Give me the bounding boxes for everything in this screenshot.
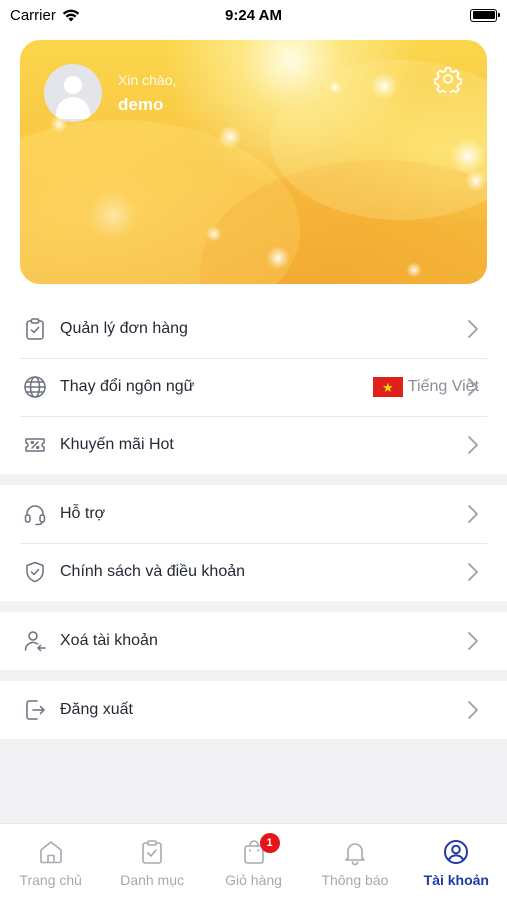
menu-item-label: Thay đổi ngôn ngữ	[60, 378, 195, 395]
gear-icon[interactable]	[434, 65, 462, 93]
menu-item-label: Chính sách và điều khoản	[60, 563, 246, 580]
tab-home[interactable]: Trang chủ	[0, 824, 101, 900]
bell-icon	[345, 843, 365, 866]
avatar-head-shape	[64, 76, 82, 94]
user-remove-icon	[22, 628, 48, 654]
clipboard-check-icon	[142, 840, 162, 864]
menu-group-delete: Xoá tài khoản	[0, 612, 507, 670]
menu-item-label: Hỗ trợ	[60, 505, 106, 522]
vietnam-flag-icon: ★	[372, 377, 403, 397]
chevron-right-icon	[468, 701, 478, 719]
tab-label: Danh mục	[120, 872, 185, 888]
tab-label: Thông báo	[321, 872, 389, 888]
menu-item-label: Đăng xuất	[60, 701, 133, 718]
menu-item-promotions[interactable]: Khuyến mãi Hot	[0, 416, 507, 474]
menu-item-support[interactable]: Hỗ trợ	[0, 485, 507, 543]
menu-item-label: Xoá tài khoản	[60, 632, 158, 649]
chevron-right-icon	[468, 632, 478, 650]
order-clipboard-icon	[22, 316, 48, 342]
carrier-label: Carrier	[10, 6, 56, 24]
chevron-right-icon	[468, 320, 478, 338]
menu-group-account: Quản lý đơn hàng Thay đổi ngôn ngữ ★ Tiế…	[0, 300, 507, 474]
tab-account[interactable]: Tài khoản	[406, 824, 507, 900]
status-bar: Carrier 9:24 AM	[0, 0, 507, 30]
globe-icon	[22, 374, 48, 400]
chevron-right-icon	[468, 378, 478, 396]
menu-item-label: Quản lý đơn hàng	[60, 320, 188, 337]
menu-item-language[interactable]: Thay đổi ngôn ngữ ★ Tiếng Việt	[0, 358, 507, 416]
menu-item-orders[interactable]: Quản lý đơn hàng	[0, 300, 507, 358]
status-carrier-group: Carrier	[10, 7, 80, 24]
wifi-icon	[62, 9, 80, 21]
tab-categories[interactable]: Danh mục	[101, 824, 202, 900]
logout-icon	[22, 697, 48, 723]
tab-label: Tài khoản	[423, 872, 489, 888]
headset-icon	[22, 501, 48, 527]
menu-item-label: Khuyến mãi Hot	[60, 436, 174, 453]
home-icon	[39, 841, 62, 864]
tab-label: Giỏ hàng	[225, 872, 282, 888]
shield-check-icon	[22, 559, 48, 585]
chevron-right-icon	[468, 505, 478, 523]
menu-group-logout: Đăng xuất	[0, 681, 507, 739]
user-circle-icon	[444, 840, 469, 864]
ticket-icon	[22, 432, 48, 458]
menu-item-policy[interactable]: Chính sách và điều khoản	[0, 543, 507, 601]
battery-icon	[470, 8, 500, 22]
avatar-body-shape	[56, 97, 90, 119]
chevron-right-icon	[468, 436, 478, 454]
username-text: demo	[118, 95, 164, 114]
language-value: ★ Tiếng Việt	[372, 377, 479, 397]
menu-item-logout[interactable]: Đăng xuất	[0, 681, 507, 739]
menu-group-support: Hỗ trợ Chính sách và điều khoản	[0, 485, 507, 601]
tab-notifications[interactable]: Thông báo	[304, 824, 405, 900]
tab-label: Trang chủ	[19, 872, 82, 888]
tab-cart[interactable]: 1 Giỏ hàng	[203, 824, 304, 900]
greeting-text: Xin chào,	[118, 72, 177, 88]
menu-item-delete-account[interactable]: Xoá tài khoản	[0, 612, 507, 670]
cart-badge: 1	[259, 833, 280, 853]
avatar[interactable]	[44, 64, 102, 122]
chevron-right-icon	[468, 563, 478, 581]
profile-card: Xin chào, demo	[20, 40, 487, 284]
bottom-tab-bar: Trang chủ Danh mục 1 Giỏ hàng Thông báo	[0, 823, 507, 900]
